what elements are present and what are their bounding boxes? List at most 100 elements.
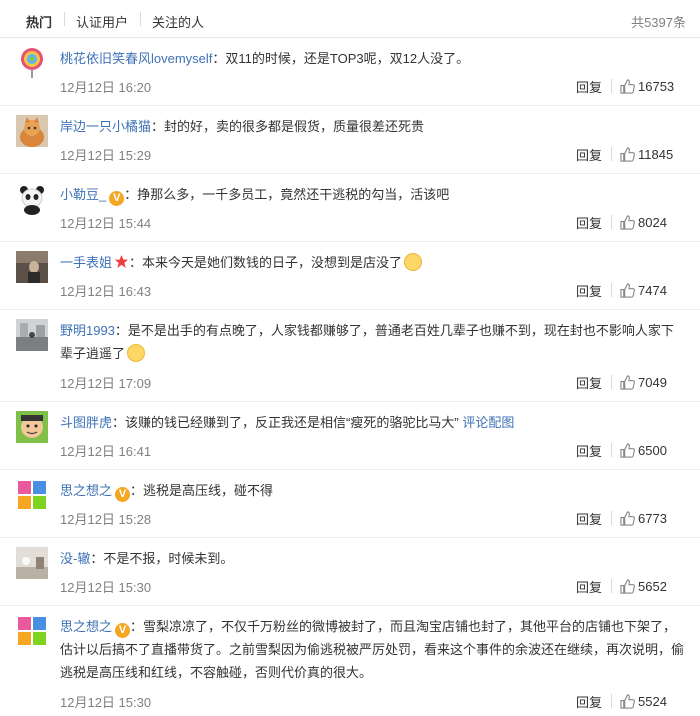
thumbs-up-icon	[620, 283, 635, 298]
action-divider	[611, 511, 612, 525]
reply-button[interactable]: 回复	[576, 577, 602, 596]
comment-body: 桃花依旧笑春风lovemyself：双11的时候，还是TOP3呢，双12人没了。	[60, 47, 686, 70]
comment-body: 岸边一只小橘猫：封的好，卖的很多都是假货，质量很差还死贵	[60, 115, 686, 138]
comment-username[interactable]: 岸边一只小橘猫	[60, 119, 151, 134]
dark-photo-avatar[interactable]	[16, 251, 48, 283]
tab-divider	[64, 12, 65, 26]
comment-username[interactable]: 斗图胖虎	[60, 415, 112, 430]
thumbs-up-icon	[620, 511, 635, 526]
comment-username[interactable]: 思之想之	[60, 483, 112, 498]
comment-username[interactable]: 一手表姐	[60, 255, 112, 270]
like-count: 6500	[638, 443, 667, 458]
lollipop-avatar[interactable]	[16, 46, 48, 78]
emoji-icon	[404, 253, 423, 271]
action-divider	[611, 443, 612, 457]
comment-item: 思之想之 V ：逃税是高压线，碰不得 12月12日 15:28 回复 6773	[0, 470, 700, 538]
comment-username[interactable]: 野明1993	[60, 323, 115, 338]
comment-time: 12月12日 15:44	[60, 216, 152, 231]
comment-time: 12月12日 16:20	[60, 80, 152, 95]
comment-text: ：挣那么多，一千多员工，竟然还干逃税的勾当，活该吧	[124, 187, 450, 202]
action-divider	[611, 215, 612, 229]
comment-body: 一手表姐 ：本来今天是她们数钱的日子，没想到是店没了	[60, 251, 686, 274]
like-count: 5652	[638, 579, 667, 594]
action-divider	[611, 283, 612, 297]
action-divider	[611, 375, 612, 389]
comment-time: 12月12日 15:30	[60, 580, 152, 595]
sizhi-avatar[interactable]	[16, 615, 48, 647]
tab-following[interactable]: 关注的人	[152, 12, 204, 31]
like-button[interactable]: 16753	[620, 79, 674, 94]
room-photo-avatar[interactable]	[16, 547, 48, 579]
action-divider	[611, 694, 612, 708]
action-divider	[611, 79, 612, 93]
panda-avatar[interactable]	[16, 183, 48, 215]
comment-image-link[interactable]: 评论配图	[462, 415, 514, 430]
verified-badge-icon: V	[115, 487, 131, 502]
comment-body: 斗图胖虎：该赚的钱已经赚到了，反正我还是相信“瘦死的骆驼比马大” 评论配图	[60, 411, 686, 434]
comment-item: 野明1993：是不是出手的有点晚了，人家钱都赚够了，普通老百姓几辈子也赚不到，现…	[0, 310, 700, 402]
comment-total-count: 共5397条	[631, 15, 686, 30]
comment-time: 12月12日 16:43	[60, 284, 152, 299]
comment-text: ：逃税是高压线，碰不得	[130, 483, 274, 498]
comment-username[interactable]: 小勒豆_	[60, 187, 106, 202]
action-divider	[611, 579, 612, 593]
tab-divider	[140, 12, 141, 26]
reply-button[interactable]: 回复	[576, 281, 602, 300]
comment-time: 12月12日 17:09	[60, 376, 152, 391]
like-count: 11845	[638, 147, 674, 162]
tab-verified-users[interactable]: 认证用户	[76, 12, 128, 31]
comment-text: ：是不是出手的有点晚了，人家钱都赚够了，普通老百姓几辈子也赚不到，现在封也不影响…	[60, 323, 674, 361]
like-button[interactable]: 5652	[620, 579, 667, 594]
comment-item: 岸边一只小橘猫：封的好，卖的很多都是假货，质量很差还死贵 12月12日 15:2…	[0, 106, 700, 174]
cartoon-avatar[interactable]	[16, 411, 48, 443]
comment-body: 野明1993：是不是出手的有点晚了，人家钱都赚够了，普通老百姓几辈子也赚不到，现…	[60, 319, 686, 365]
comment-username[interactable]: 思之想之	[60, 619, 112, 634]
like-count: 16753	[638, 79, 675, 94]
comment-text: ：该赚的钱已经赚到了，反正我还是相信“瘦死的骆驼比马大”	[112, 415, 459, 430]
like-count: 5524	[638, 694, 667, 709]
like-count: 7474	[638, 283, 667, 298]
comment-time: 12月12日 15:28	[60, 512, 152, 527]
comment-time: 12月12日 15:29	[60, 148, 152, 163]
star-badge-icon	[114, 254, 129, 269]
thumbs-up-icon	[620, 579, 635, 594]
emoji-icon	[127, 344, 146, 362]
reply-button[interactable]: 回复	[576, 373, 602, 392]
like-count: 8024	[638, 215, 667, 230]
like-count: 7049	[638, 375, 667, 390]
cat-avatar[interactable]	[16, 115, 48, 147]
tab-hot[interactable]: 热门	[26, 12, 52, 31]
comment-time: 12月12日 16:41	[60, 444, 152, 459]
comment-tabs: 热门 认证用户 关注的人 共5397条	[0, 0, 700, 38]
reply-button[interactable]: 回复	[576, 213, 602, 232]
like-button[interactable]: 6773	[620, 511, 667, 526]
comment-body: 小勒豆_ V ：挣那么多，一千多员工，竟然还干逃税的勾当，活该吧	[60, 183, 686, 206]
thumbs-up-icon	[620, 215, 635, 230]
street-photo-avatar[interactable]	[16, 319, 48, 351]
reply-button[interactable]: 回复	[576, 145, 602, 164]
thumbs-up-icon	[620, 375, 635, 390]
comment-text: ：不是不报，时候未到。	[90, 551, 234, 566]
thumbs-up-icon	[620, 443, 635, 458]
comment-item: 没-辙：不是不报，时候未到。 12月12日 15:30 回复 5652	[0, 538, 700, 606]
like-button[interactable]: 11845	[620, 147, 673, 162]
like-button[interactable]: 7474	[620, 283, 667, 298]
comment-item: 一手表姐 ：本来今天是她们数钱的日子，没想到是店没了 12月12日 16:43 回…	[0, 242, 700, 310]
comment-text: ：双11的时候，还是TOP3呢，双12人没了。	[212, 51, 470, 66]
like-button[interactable]: 6500	[620, 443, 667, 458]
comment-item: 思之想之 V ：雪梨凉凉了，不仅千万粉丝的微博被封了，而且淘宝店铺也封了，其他平台的…	[0, 606, 700, 716]
like-button[interactable]: 5524	[620, 694, 667, 709]
reply-button[interactable]: 回复	[576, 77, 602, 96]
like-button[interactable]: 8024	[620, 215, 667, 230]
comment-username[interactable]: 没-辙	[60, 551, 90, 566]
comment-item: 小勒豆_ V ：挣那么多，一千多员工，竟然还干逃税的勾当，活该吧 12月12日 15…	[0, 174, 700, 242]
like-button[interactable]: 7049	[620, 375, 667, 390]
comment-text: ：封的好，卖的很多都是假货，质量很差还死贵	[151, 119, 425, 134]
reply-button[interactable]: 回复	[576, 441, 602, 460]
comment-item: 桃花依旧笑春风lovemyself：双11的时候，还是TOP3呢，双12人没了。…	[0, 38, 700, 106]
verified-badge-icon: V	[115, 623, 131, 638]
sizhi-avatar[interactable]	[16, 479, 48, 511]
reply-button[interactable]: 回复	[576, 509, 602, 528]
reply-button[interactable]: 回复	[576, 692, 602, 711]
comment-username[interactable]: 桃花依旧笑春风lovemyself	[60, 51, 212, 66]
